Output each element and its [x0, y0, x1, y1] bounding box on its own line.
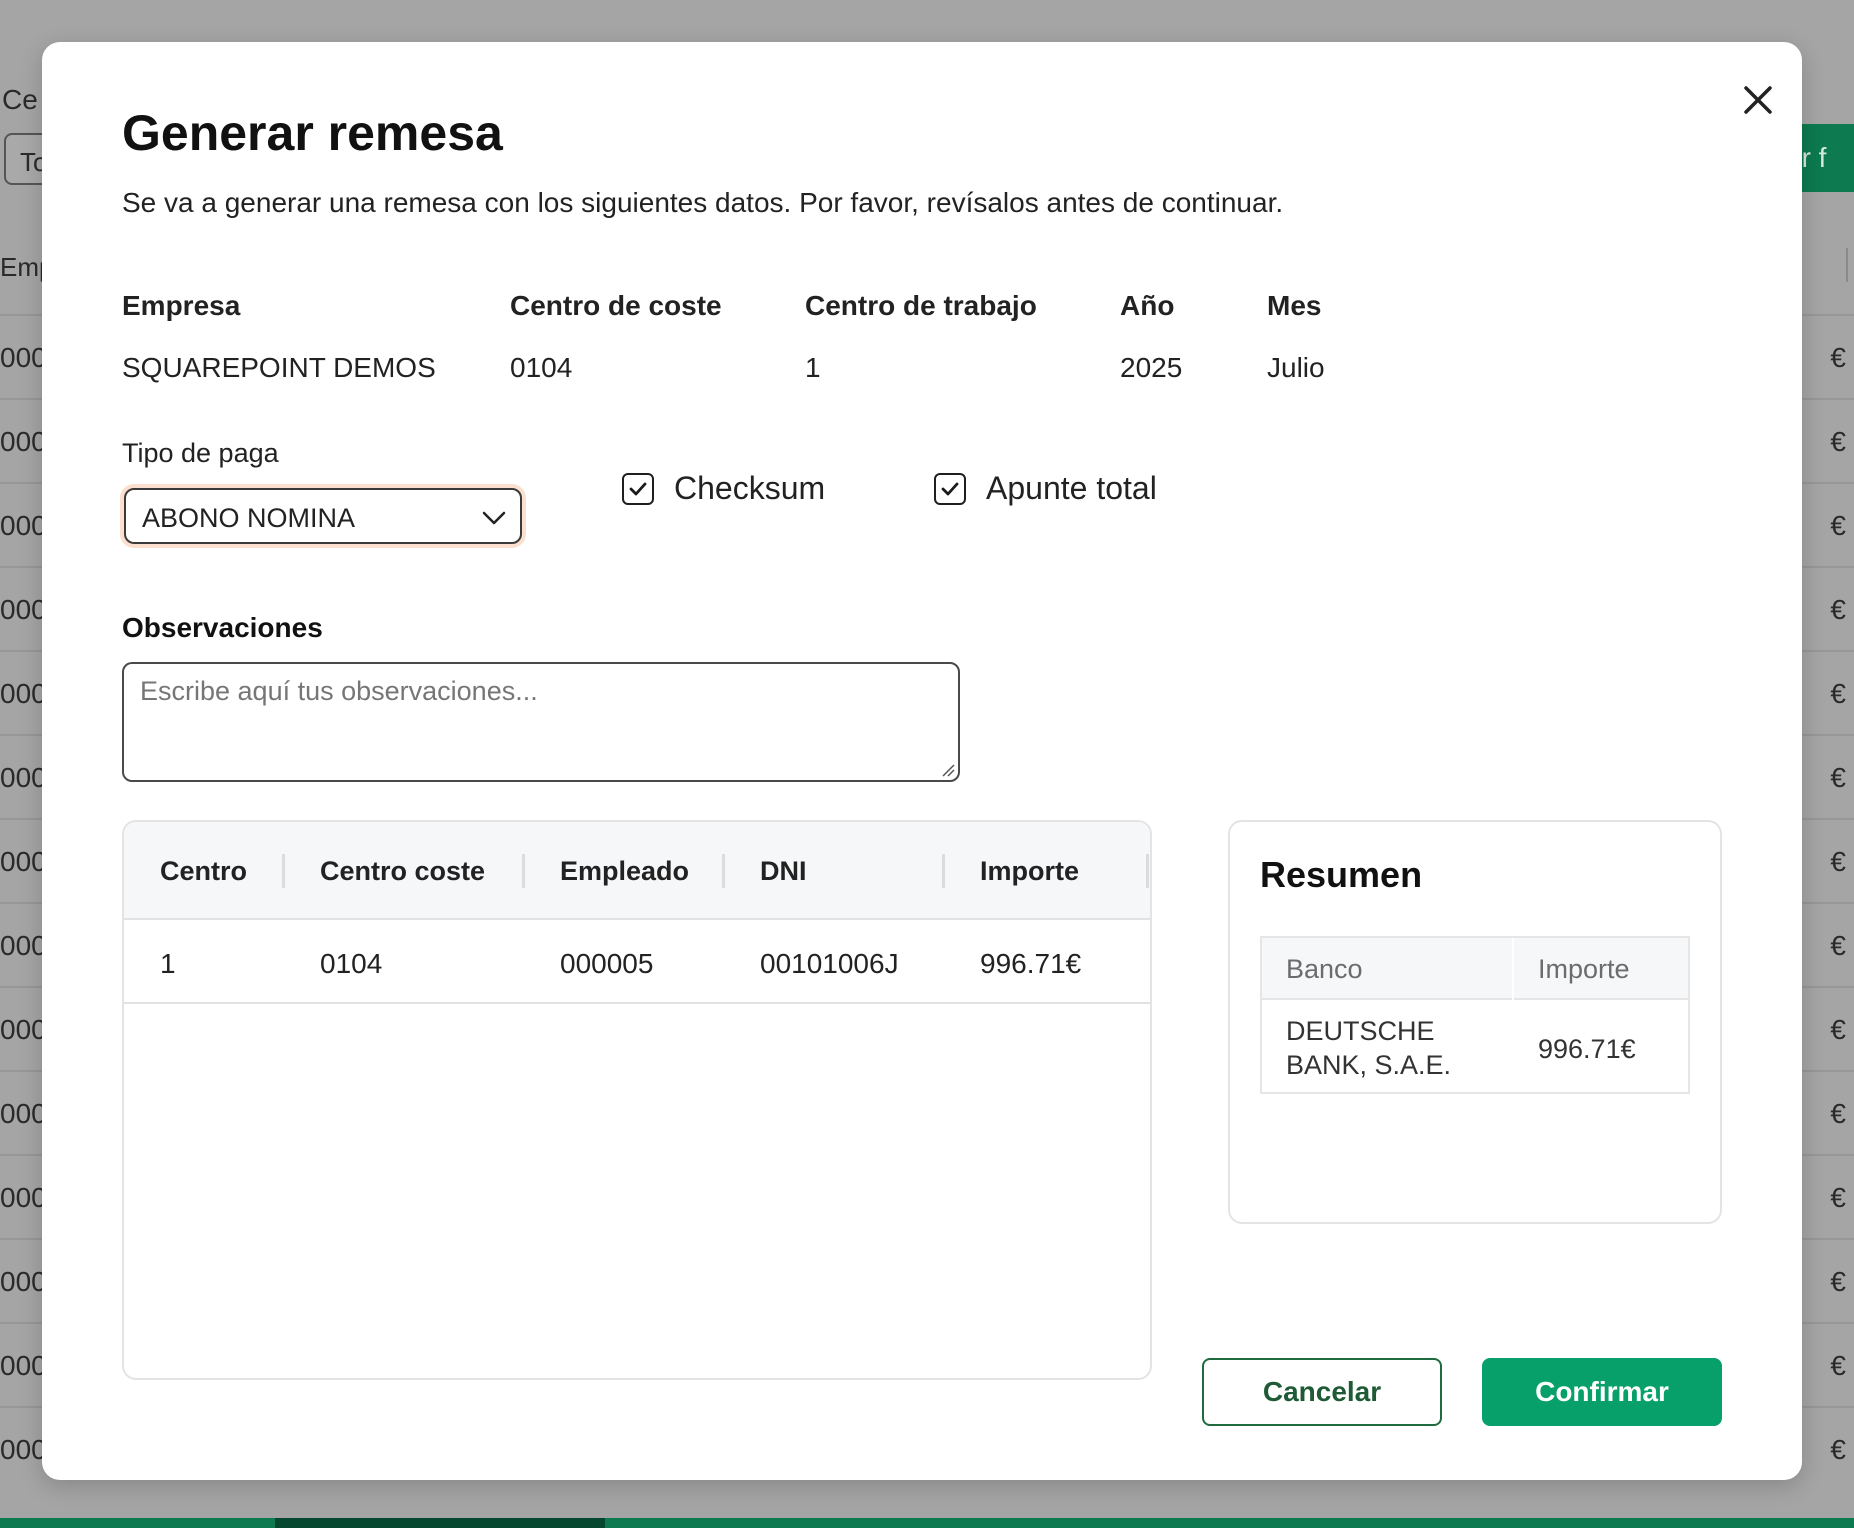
cell-centro-coste: 0104	[320, 948, 383, 979]
dialog-title: Generar remesa	[122, 105, 503, 161]
bg-column-separator	[1846, 248, 1848, 282]
bg-row-cell: 000	[0, 1434, 47, 1465]
bg-row-cell: 000	[0, 762, 47, 793]
bg-row-amount: €	[1830, 1350, 1846, 1381]
bg-row-amount: €	[1830, 762, 1846, 793]
info-empresa: Empresa SQUAREPOINT DEMOS	[122, 290, 436, 384]
info-mes: Mes Julio	[1267, 290, 1325, 384]
col-centro-coste[interactable]: Centro coste	[320, 856, 485, 887]
summary-header: Banco Importe	[1262, 938, 1688, 1000]
close-button[interactable]	[1730, 72, 1786, 128]
cell-empleado: 000005	[560, 948, 654, 979]
bg-row-cell: 000	[0, 1266, 47, 1297]
checksum-label: Checksum	[674, 470, 826, 506]
close-icon	[1744, 86, 1772, 114]
info-centro-coste: Centro de coste 0104	[510, 290, 722, 384]
summary-col-banco: Banco	[1286, 954, 1363, 984]
col-separator[interactable]	[722, 854, 725, 888]
summary-table: Banco Importe DEUTSCHE BANK, S.A.E. 996.…	[1260, 936, 1690, 1094]
table-header: Centro Centro coste Empleado DNI Importe	[124, 822, 1150, 920]
info-centro-coste-label: Centro de coste	[510, 290, 722, 321]
col-centro[interactable]: Centro	[160, 856, 247, 887]
bg-row-cell: 000	[0, 678, 47, 709]
bg-row-cell: 000	[0, 1098, 47, 1129]
bg-row-cell: 000	[0, 510, 47, 541]
bg-row-amount: €	[1830, 1434, 1846, 1465]
col-separator[interactable]	[282, 854, 285, 888]
summary-panel: Resumen Banco Importe DEUTSCHE BANK, S.A…	[1228, 820, 1722, 1224]
info-centro-trabajo-label: Centro de trabajo	[805, 290, 1037, 321]
summary-banco-line2: BANK, S.A.E.	[1286, 1050, 1452, 1080]
cell-centro: 1	[160, 948, 176, 979]
dialog-subtitle: Se va a generar una remesa con los sigui…	[122, 187, 1284, 218]
resize-grip-icon[interactable]	[940, 762, 956, 778]
bg-row-amount: €	[1830, 510, 1846, 541]
tipo-paga-select[interactable]: ABONO NOMINA	[124, 488, 522, 544]
bg-row-amount: €	[1830, 930, 1846, 961]
col-separator[interactable]	[522, 854, 525, 888]
bg-scroll-thumb	[275, 1518, 605, 1528]
summary-importe: 996.71€	[1538, 1034, 1636, 1064]
bg-row-amount: €	[1830, 594, 1846, 625]
apunte-total-label: Apunte total	[986, 470, 1157, 506]
bg-row-amount: €	[1830, 1266, 1846, 1297]
generar-remesa-dialog: Generar remesa Se va a generar una remes…	[42, 42, 1802, 1480]
info-empresa-value: SQUAREPOINT DEMOS	[122, 352, 436, 383]
bg-row-cell: 000	[0, 1350, 47, 1381]
bg-row-cell: 000	[0, 1014, 47, 1045]
bg-row-amount: €	[1830, 426, 1846, 457]
info-centro-trabajo-value: 1	[805, 352, 821, 383]
cell-dni: 00101006J	[760, 948, 899, 979]
bg-row-cell: 000	[0, 594, 47, 625]
confirm-button[interactable]: Confirmar	[1482, 1358, 1722, 1426]
tipo-paga-label: Tipo de paga	[122, 438, 279, 468]
bg-row-amount: €	[1830, 342, 1846, 373]
bg-row-amount: €	[1830, 1014, 1846, 1045]
info-mes-value: Julio	[1267, 352, 1325, 383]
bg-row-cell: 000	[0, 1182, 47, 1213]
cancel-button[interactable]: Cancelar	[1202, 1358, 1442, 1426]
col-dni[interactable]: DNI	[760, 856, 807, 887]
info-anio-value: 2025	[1120, 352, 1183, 383]
bg-row-cell: 000	[0, 846, 47, 877]
bg-row-amount: €	[1830, 1182, 1846, 1213]
bg-row-amount: €	[1830, 678, 1846, 709]
apunte-total-check-icon	[934, 472, 966, 505]
bg-row-amount: €	[1830, 846, 1846, 877]
observaciones-textarea[interactable]	[122, 662, 960, 782]
table-row[interactable]: 1 0104 000005 00101006J 996.71€	[124, 920, 1150, 1004]
tipo-paga-value: ABONO NOMINA	[142, 503, 356, 533]
bg-filter-label: Ce	[2, 84, 38, 115]
bg-row-amount: €	[1830, 1098, 1846, 1129]
summary-col-separator	[1512, 938, 1514, 1000]
info-centro-trabajo: Centro de trabajo 1	[805, 290, 1037, 384]
col-separator[interactable]	[1146, 854, 1149, 888]
info-centro-coste-value: 0104	[510, 352, 573, 383]
checksum-check-icon	[622, 472, 654, 505]
cell-importe: 996.71€	[980, 948, 1082, 979]
info-anio: Año 2025	[1120, 290, 1182, 384]
info-empresa-label: Empresa	[122, 290, 241, 321]
bg-row-cell: 000	[0, 342, 47, 373]
col-separator[interactable]	[942, 854, 945, 888]
chevron-down-icon	[482, 511, 506, 525]
col-importe[interactable]: Importe	[980, 856, 1079, 887]
summary-col-importe: Importe	[1538, 954, 1630, 984]
apunte-total-checkbox[interactable]: Apunte total	[934, 470, 1157, 507]
col-empleado[interactable]: Empleado	[560, 856, 689, 887]
info-mes-label: Mes	[1267, 290, 1322, 321]
checksum-checkbox[interactable]: Checksum	[622, 470, 825, 507]
bg-row-cell: 000	[0, 426, 47, 457]
info-anio-label: Año	[1120, 290, 1175, 321]
summary-title: Resumen	[1260, 854, 1423, 895]
summary-banco-line1: DEUTSCHE	[1286, 1016, 1435, 1046]
observaciones-label: Observaciones	[122, 612, 323, 643]
remesa-table: Centro Centro coste Empleado DNI Importe…	[122, 820, 1152, 1380]
bg-row-cell: 000	[0, 930, 47, 961]
